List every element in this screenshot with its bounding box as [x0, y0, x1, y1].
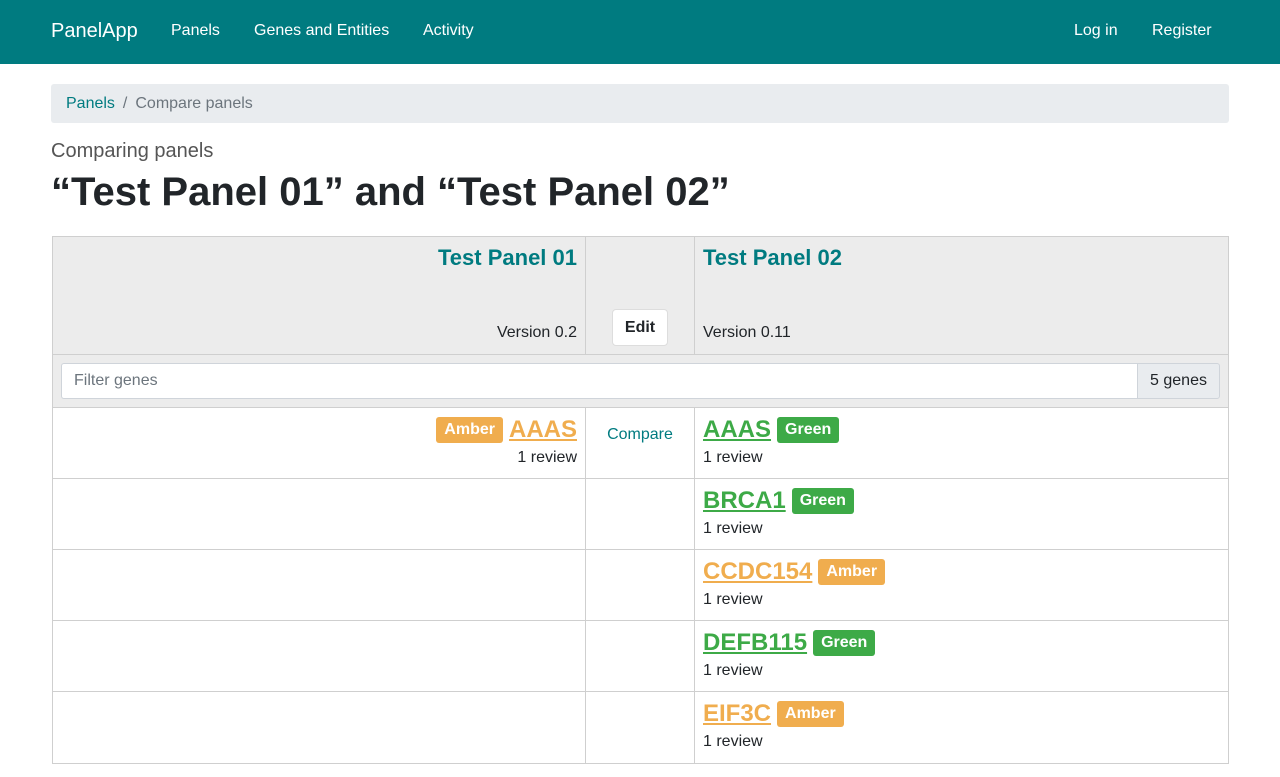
- gene-block: CCDC154 Amber: [703, 558, 891, 586]
- right-gene-cell: EIF3C Amber 1 review: [695, 692, 1228, 763]
- left-gene-cell: [53, 621, 586, 691]
- left-panel-name-link[interactable]: Test Panel 01: [438, 245, 577, 271]
- review-count: 1 review: [703, 520, 763, 537]
- gene-block: BRCA1 Green: [703, 487, 860, 515]
- left-gene-cell: [53, 479, 586, 549]
- gene-link[interactable]: EIF3C: [703, 700, 771, 728]
- gene-link[interactable]: BRCA1: [703, 487, 786, 515]
- review-count: 1 review: [703, 662, 763, 679]
- left-panel-version: Version 0.2: [496, 324, 577, 341]
- breadcrumb-separator: /: [122, 94, 128, 112]
- rating-badge: Amber: [436, 417, 503, 443]
- right-gene-cell: AAAS Green 1 review: [695, 408, 1228, 478]
- gene-link[interactable]: AAAS: [509, 416, 577, 444]
- rating-badge: Green: [791, 488, 854, 514]
- left-gene-cell: Amber AAAS 1 review: [53, 408, 586, 478]
- filter-row: 5 genes: [53, 355, 1228, 408]
- gene-count: 5 genes: [1137, 363, 1220, 399]
- edit-button[interactable]: Edit: [612, 309, 668, 346]
- table-row: BRCA1 Green 1 review: [53, 479, 1228, 550]
- compare-cell: [586, 550, 695, 620]
- review-count: 1 review: [703, 449, 763, 466]
- filter-group: 5 genes: [61, 363, 1220, 399]
- review-count: 1 review: [517, 449, 577, 466]
- table-row: CCDC154 Amber 1 review: [53, 550, 1228, 621]
- page-subtitle: Comparing panels: [51, 140, 214, 162]
- review-count: 1 review: [703, 591, 763, 608]
- left-gene-cell: [53, 692, 586, 763]
- left-gene-cell: [53, 550, 586, 620]
- right-panel-name-link[interactable]: Test Panel 02: [703, 245, 842, 271]
- right-panel-header: Test Panel 02 Version 0.11: [695, 237, 1228, 354]
- login-link[interactable]: Log in: [1074, 22, 1118, 40]
- compare-cell: [586, 692, 695, 763]
- brand-link[interactable]: PanelApp: [51, 20, 138, 43]
- gene-link[interactable]: DEFB115: [703, 629, 807, 657]
- filter-genes-input[interactable]: [61, 363, 1137, 399]
- compare-cell: [586, 479, 695, 549]
- gene-link[interactable]: AAAS: [703, 416, 771, 444]
- compare-cell: Compare: [586, 408, 695, 478]
- table-row: Amber AAAS 1 review Compare AAAS Green 1…: [53, 408, 1228, 479]
- rating-badge: Green: [777, 417, 840, 443]
- table-row: DEFB115 Green 1 review: [53, 621, 1228, 692]
- nav-genes-and-entities[interactable]: Genes and Entities: [254, 22, 389, 40]
- table-row: EIF3C Amber 1 review: [53, 692, 1228, 763]
- compare-link[interactable]: Compare: [586, 426, 694, 444]
- middle-header: Edit: [586, 237, 695, 354]
- page-title: “Test Panel 01” and “Test Panel 02”: [51, 170, 730, 214]
- panel-header-row: Test Panel 01 Version 0.2 Edit Test Pane…: [53, 237, 1228, 355]
- right-gene-cell: BRCA1 Green 1 review: [695, 479, 1228, 549]
- gene-block: Amber AAAS: [430, 416, 577, 444]
- nav-panels[interactable]: Panels: [171, 22, 220, 40]
- gene-block: DEFB115 Green: [703, 629, 881, 657]
- rating-badge: Amber: [777, 701, 844, 727]
- top-navbar: PanelApp Panels Genes and Entities Activ…: [0, 0, 1280, 64]
- breadcrumb-current: Compare panels: [135, 94, 253, 112]
- gene-link[interactable]: CCDC154: [703, 558, 812, 586]
- right-panel-version: Version 0.11: [703, 324, 791, 341]
- right-gene-cell: CCDC154 Amber 1 review: [695, 550, 1228, 620]
- compare-cell: [586, 621, 695, 691]
- left-panel-header: Test Panel 01 Version 0.2: [53, 237, 586, 354]
- register-link[interactable]: Register: [1152, 22, 1212, 40]
- gene-block: AAAS Green: [703, 416, 845, 444]
- right-gene-cell: DEFB115 Green 1 review: [695, 621, 1228, 691]
- rating-badge: Green: [813, 630, 876, 656]
- nav-activity[interactable]: Activity: [423, 22, 474, 40]
- gene-block: EIF3C Amber: [703, 700, 850, 728]
- rating-badge: Amber: [818, 559, 886, 585]
- compare-table: Test Panel 01 Version 0.2 Edit Test Pane…: [52, 236, 1229, 764]
- breadcrumb: Panels / Compare panels: [51, 84, 1229, 123]
- breadcrumb-panels-link[interactable]: Panels: [66, 95, 115, 113]
- review-count: 1 review: [703, 733, 763, 750]
